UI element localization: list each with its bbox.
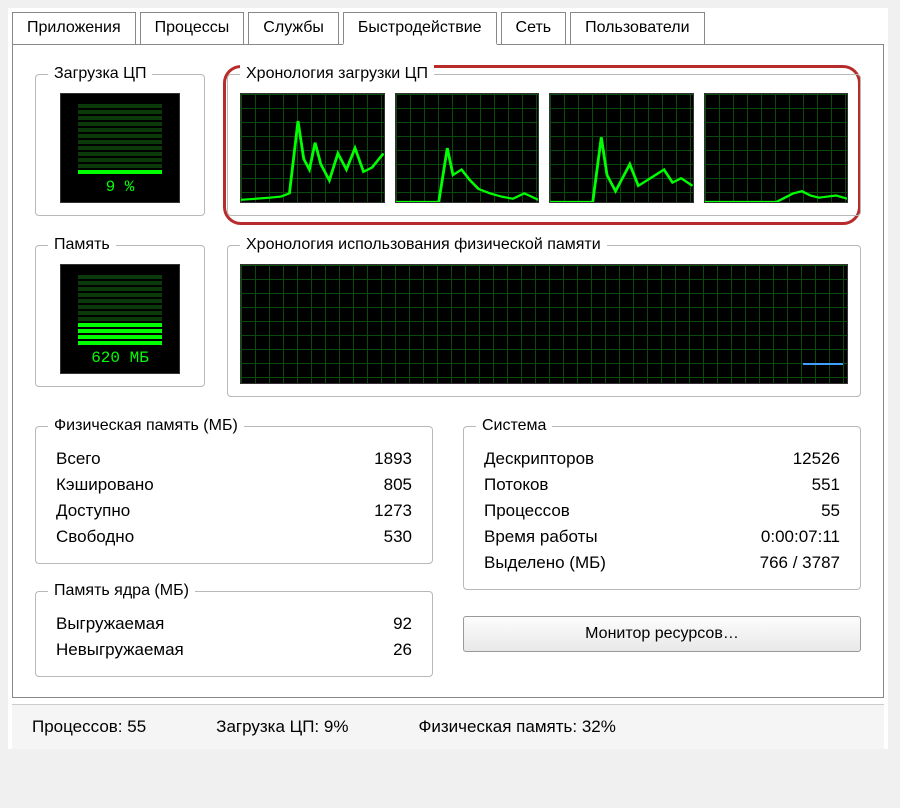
memory-history-line	[803, 363, 843, 365]
cpu-history-chart-3	[549, 93, 694, 203]
cpu-usage-legend: Загрузка ЦП	[48, 65, 152, 83]
tab-users[interactable]: Пользователи	[570, 12, 704, 44]
memory-gauge-group: Память 620 МБ	[35, 236, 205, 387]
kernelmem-paged-label: Выгружаемая	[56, 614, 393, 634]
cpu-usage-group: Загрузка ЦП 9 %	[35, 65, 205, 216]
cpu-history-group: Хронология загрузки ЦП	[227, 65, 861, 216]
sys-handles-label: Дескрипторов	[484, 449, 760, 469]
physmem-free-label: Свободно	[56, 527, 374, 547]
resource-monitor-button[interactable]: Монитор ресурсов…	[463, 616, 861, 652]
physical-memory-group: Физическая память (МБ) Всего 1893 Кэширо…	[35, 417, 433, 564]
sys-procs-label: Процессов	[484, 501, 760, 521]
sys-uptime-value: 0:00:07:11	[760, 527, 840, 547]
memory-gauge-legend: Память	[48, 236, 116, 254]
cpu-gauge-bars	[78, 100, 163, 178]
cpu-history-chart-4	[704, 93, 849, 203]
tab-strip: Приложения Процессы Службы Быстродействи…	[8, 8, 888, 44]
status-cpu: Загрузка ЦП: 9%	[216, 717, 348, 737]
sys-uptime-label: Время работы	[484, 527, 760, 547]
cpu-history-chart-2	[395, 93, 540, 203]
physmem-free-value: 530	[374, 527, 412, 547]
sys-handles-value: 12526	[760, 449, 840, 469]
kernel-memory-legend: Память ядра (МБ)	[48, 582, 195, 600]
sys-procs-value: 55	[760, 501, 840, 521]
tab-services[interactable]: Службы	[248, 12, 339, 44]
memory-gauge: 620 МБ	[60, 264, 180, 374]
cpu-gauge-value: 9 %	[106, 178, 135, 196]
sys-threads-label: Потоков	[484, 475, 760, 495]
tab-performance[interactable]: Быстродействие	[343, 12, 497, 45]
kernelmem-paged-value: 92	[393, 614, 412, 634]
physmem-cached-label: Кэшировано	[56, 475, 374, 495]
memory-history-group: Хронология использования физической памя…	[227, 236, 861, 397]
physmem-avail-label: Доступно	[56, 501, 374, 521]
memory-gauge-value: 620 МБ	[91, 349, 149, 367]
tab-network[interactable]: Сеть	[501, 12, 567, 44]
cpu-gauge: 9 %	[60, 93, 180, 203]
physmem-total-value: 1893	[374, 449, 412, 469]
kernelmem-nonpaged-value: 26	[393, 640, 412, 660]
system-group: Система Дескрипторов 12526 Потоков 551 П…	[463, 417, 861, 590]
physmem-cached-value: 805	[374, 475, 412, 495]
kernelmem-nonpaged-label: Невыгружаемая	[56, 640, 393, 660]
sys-threads-value: 551	[760, 475, 840, 495]
kernel-memory-group: Память ядра (МБ) Выгружаемая 92 Невыгруж…	[35, 582, 433, 677]
sys-commit-label: Выделено (МБ)	[484, 553, 760, 573]
cpu-history-legend: Хронология загрузки ЦП	[240, 65, 434, 83]
physmem-avail-value: 1273	[374, 501, 412, 521]
tab-processes[interactable]: Процессы	[140, 12, 245, 44]
status-processes: Процессов: 55	[32, 717, 146, 737]
cpu-history-chart-1	[240, 93, 385, 203]
sys-commit-value: 766 / 3787	[760, 553, 840, 573]
physical-memory-legend: Физическая память (МБ)	[48, 417, 244, 435]
system-legend: Система	[476, 417, 552, 435]
memory-history-chart	[240, 264, 848, 384]
memory-gauge-bars	[78, 271, 163, 349]
status-bar: Процессов: 55 Загрузка ЦП: 9% Физическая…	[12, 704, 884, 749]
performance-panel: Загрузка ЦП 9 % Хронология загрузки ЦП	[12, 44, 884, 698]
physmem-total-label: Всего	[56, 449, 374, 469]
status-memory: Физическая память: 32%	[418, 717, 615, 737]
tab-applications[interactable]: Приложения	[12, 12, 136, 44]
memory-history-legend: Хронология использования физической памя…	[240, 236, 607, 254]
